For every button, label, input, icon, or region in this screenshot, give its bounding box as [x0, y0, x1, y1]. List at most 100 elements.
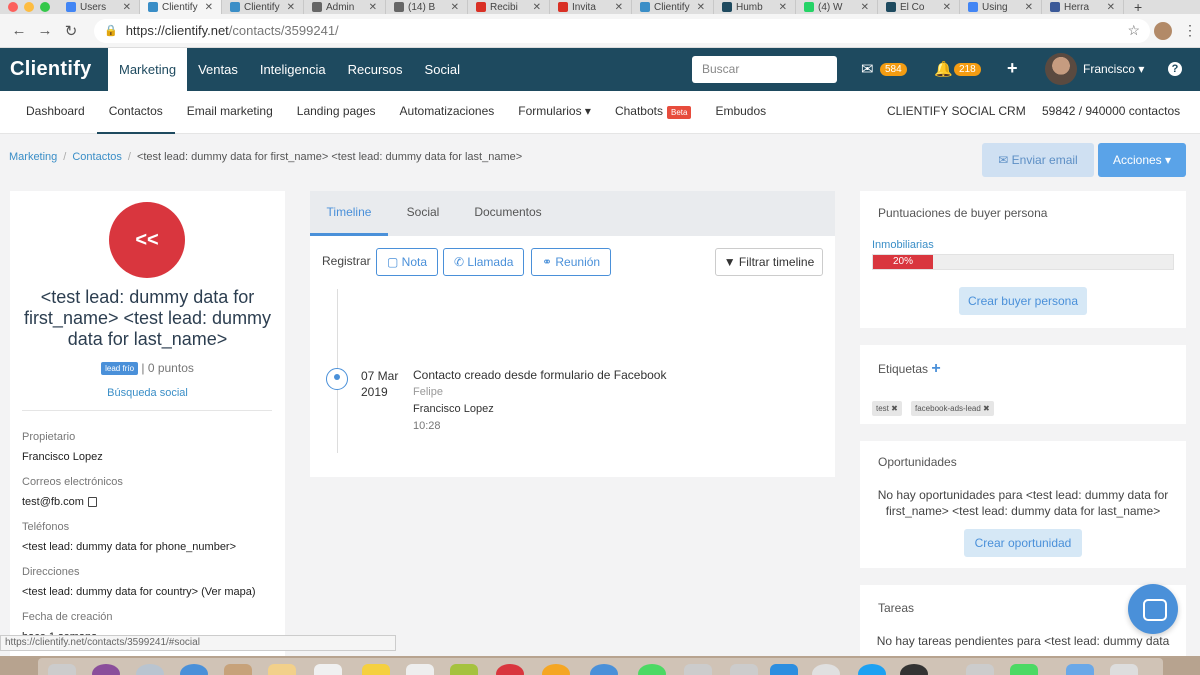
tab-close-icon[interactable]: ✕ — [451, 2, 459, 13]
subnav-dashboard[interactable]: Dashboard — [14, 91, 97, 134]
browser-tab[interactable]: Clientify ✕ — [222, 0, 304, 14]
bell-icon[interactable]: 🔔 — [934, 60, 953, 78]
appstore-dock-icon[interactable] — [770, 664, 798, 675]
nav-inteligencia[interactable]: Inteligencia — [249, 48, 337, 91]
minimize-window-button[interactable] — [24, 2, 34, 12]
tab-close-icon[interactable]: ✕ — [533, 2, 541, 13]
address-value[interactable]: <test lead: dummy data for country> (Ver… — [22, 586, 256, 598]
browser-tab[interactable]: (14) B ✕ — [386, 0, 468, 14]
downloads-dock-icon[interactable] — [1110, 664, 1138, 675]
nav-recursos[interactable]: Recursos — [337, 48, 414, 91]
preview-dock-icon[interactable] — [684, 664, 712, 675]
browser-tab[interactable]: El Co ✕ — [878, 0, 960, 14]
subnav-email-marketing[interactable]: Email marketing — [175, 91, 285, 134]
tab-label: Humb — [736, 1, 763, 13]
close-window-button[interactable] — [8, 2, 18, 12]
maps-dock-icon[interactable] — [450, 664, 478, 675]
contacts-dock-icon[interactable] — [224, 664, 252, 675]
tab-close-icon[interactable]: ✕ — [123, 2, 131, 13]
persona-name[interactable]: Inmobiliarias — [872, 239, 934, 251]
subnav-formularios[interactable]: Formularios ▾ — [506, 91, 603, 134]
tab-close-icon[interactable]: ✕ — [615, 2, 623, 13]
calendar-dock-icon[interactable] — [314, 664, 342, 675]
tag-chip[interactable]: test ✖ — [872, 401, 902, 416]
back-button[interactable]: ← — [6, 22, 32, 39]
browser-menu-icon[interactable]: ⋮ — [1180, 22, 1200, 39]
nav-ventas[interactable]: Ventas — [187, 48, 249, 91]
subnav-automatizaciones[interactable]: Automatizaciones — [388, 91, 507, 134]
tag-chip[interactable]: facebook-ads-lead ✖ — [911, 401, 994, 416]
numbers-dock-icon[interactable] — [1010, 664, 1038, 675]
subnav-embudos[interactable]: Embudos — [703, 91, 778, 134]
tab-close-icon[interactable]: ✕ — [861, 2, 869, 13]
breadcrumb-marketing[interactable]: Marketing — [9, 151, 57, 163]
browser-profile-avatar[interactable] — [1154, 21, 1172, 40]
search-input[interactable]: Buscar — [692, 56, 837, 83]
trash-dock-icon[interactable] — [966, 664, 994, 675]
tab-close-icon[interactable]: ✕ — [287, 2, 295, 13]
actions-dropdown-button[interactable]: Acciones ▾ — [1098, 143, 1186, 177]
tab-close-icon[interactable]: ✕ — [697, 2, 705, 13]
breadcrumb-contactos[interactable]: Contactos — [72, 151, 122, 163]
address-bar[interactable]: 🔒 https://clientify.net/contacts/3599241… — [94, 18, 1150, 43]
clientify-logo[interactable]: Clientify — [0, 58, 108, 81]
tab-timeline[interactable]: Timeline — [310, 191, 388, 236]
browser-tab[interactable]: Invita ✕ — [550, 0, 632, 14]
browser-tab[interactable]: Humb ✕ — [714, 0, 796, 14]
help-icon[interactable]: ? — [1168, 62, 1182, 76]
tab-close-icon[interactable]: ✕ — [369, 2, 377, 13]
zoom-window-button[interactable] — [40, 2, 50, 12]
nav-marketing[interactable]: Marketing — [108, 48, 188, 91]
copy-icon[interactable] — [87, 497, 97, 508]
pages-dock-icon[interactable] — [730, 664, 758, 675]
browser-tab[interactable]: (4) W ✕ — [796, 0, 878, 14]
browser-tab[interactable]: Clientify ✕ — [140, 0, 222, 14]
create-buyer-persona-button[interactable]: Crear buyer persona — [959, 287, 1087, 315]
app-top-nav: Clientify Marketing Ventas Inteligencia … — [0, 48, 1200, 91]
subnav-chatbots[interactable]: Chatbots Beta — [603, 91, 704, 134]
add-tag-icon[interactable]: + — [931, 360, 940, 377]
note-button[interactable]: ▢ Nota — [376, 248, 439, 276]
subnav-contactos[interactable]: Contactos — [96, 91, 175, 134]
subnav-landing-pages[interactable]: Landing pages — [285, 91, 388, 134]
notes-dock-icon[interactable] — [268, 664, 296, 675]
forward-button[interactable]: → — [32, 22, 58, 39]
social-search-link[interactable]: Búsqueda social — [10, 387, 285, 399]
tab-label: (14) B — [408, 1, 436, 13]
tasks-empty-text: No hay tareas pendientes para <test lead… — [876, 634, 1170, 648]
browser-tab[interactable]: Herra ✕ — [1042, 0, 1124, 14]
nav-social[interactable]: Social — [414, 48, 471, 91]
stickies-dock-icon[interactable] — [362, 664, 390, 675]
mail-icon[interactable]: ✉ — [861, 60, 874, 78]
finder-dock-icon[interactable] — [48, 664, 76, 675]
filter-timeline-button[interactable]: ▼ Filtrar timeline — [715, 248, 823, 276]
tab-close-icon[interactable]: ✕ — [779, 2, 787, 13]
browser-tab[interactable]: Admin ✕ — [304, 0, 386, 14]
browser-tab[interactable]: Users ✕ — [58, 0, 140, 14]
reload-button[interactable]: ↻ — [58, 22, 84, 40]
reminders-dock-icon[interactable] — [406, 664, 434, 675]
browser-tab[interactable]: Recibi ✕ — [468, 0, 550, 14]
tab-social[interactable]: Social — [394, 191, 452, 236]
send-email-button[interactable]: ✉ Enviar email — [982, 143, 1094, 177]
chat-icon[interactable] — [1128, 584, 1178, 634]
tab-documentos[interactable]: Documentos — [462, 191, 554, 236]
user-menu[interactable]: Francisco ▾ — [1083, 62, 1144, 76]
browser-tab[interactable]: Using ✕ — [960, 0, 1042, 14]
new-tab-button[interactable]: + — [1124, 0, 1152, 14]
tab-close-icon[interactable]: ✕ — [205, 2, 213, 13]
bookmark-star-icon[interactable]: ☆ — [1127, 22, 1140, 39]
browser-tab[interactable]: Clientify ✕ — [632, 0, 714, 14]
tab-close-icon[interactable]: ✕ — [1107, 2, 1115, 13]
event-owner: Francisco Lopez — [413, 403, 494, 415]
tab-close-icon[interactable]: ✕ — [1025, 2, 1033, 13]
tasks-title: Tareas — [878, 601, 915, 615]
plus-icon[interactable]: + — [1007, 58, 1018, 79]
call-button[interactable]: ✆ Llamada — [443, 248, 525, 276]
create-opportunity-button[interactable]: Crear oportunidad — [964, 529, 1082, 557]
folder-dock-icon[interactable] — [1066, 664, 1094, 675]
event-time: 10:28 — [413, 420, 441, 432]
meeting-button[interactable]: ⚭ Reunión — [531, 248, 612, 276]
tab-close-icon[interactable]: ✕ — [943, 2, 951, 13]
user-avatar[interactable] — [1045, 53, 1077, 85]
